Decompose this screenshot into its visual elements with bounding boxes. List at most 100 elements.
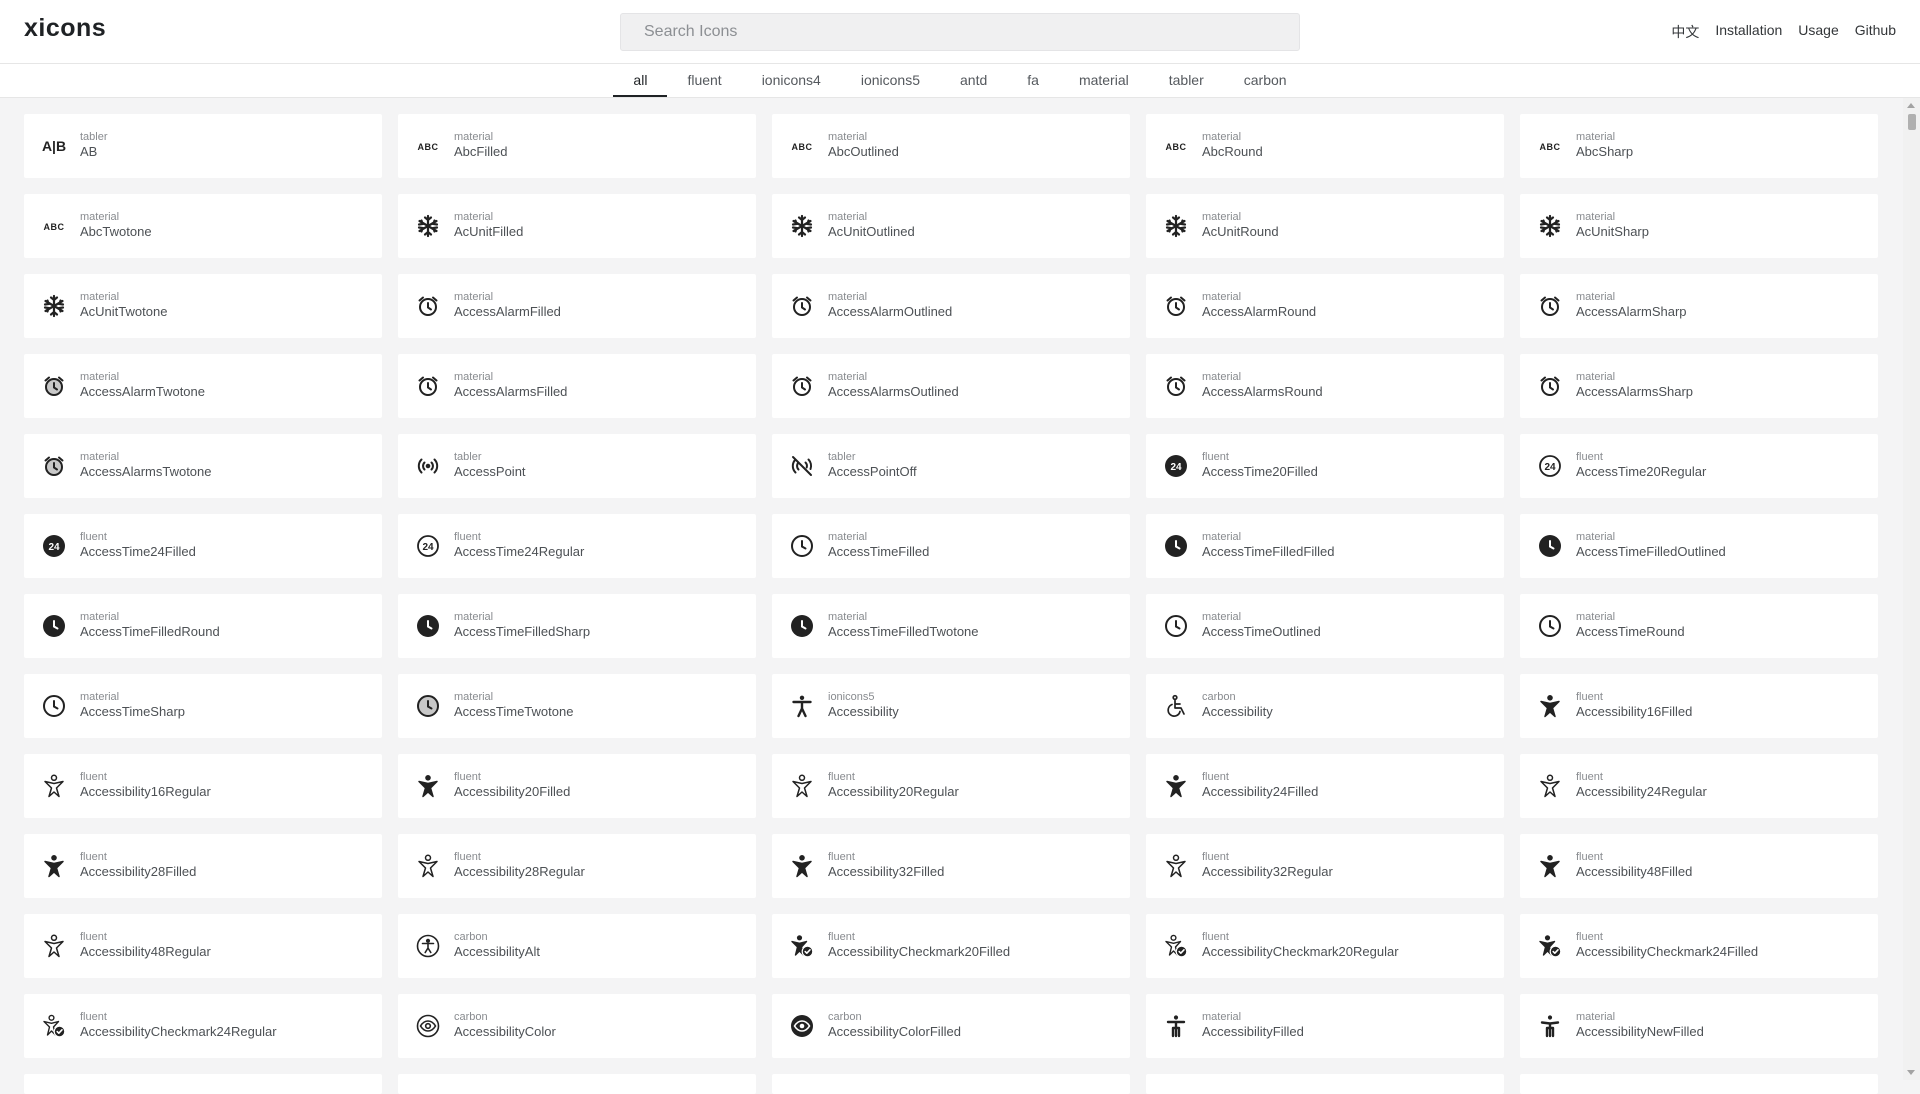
icon-name-label: AcUnitRound: [1202, 224, 1279, 239]
icon-card[interactable]: fluent Accessibility28Regular: [398, 834, 756, 898]
icon-card-text: material AccessTimeFilledSharp: [454, 611, 590, 639]
icon-name-label: AccessibilityCheckmark20Regular: [1202, 944, 1399, 959]
icon-card[interactable]: tabler AccessPointOff: [772, 434, 1130, 498]
icon-card[interactable]: material AccessTimeFilled: [772, 514, 1130, 578]
icon-card[interactable]: fluent Accessibility24Filled: [1146, 754, 1504, 818]
icon-card[interactable]: tabler AccessPoint: [398, 434, 756, 498]
icon-card[interactable]: material AccessTimeFilledTwotone: [772, 594, 1130, 658]
icon-card[interactable]: fluent Accessibility32Filled: [772, 834, 1130, 898]
icon-card-text: material AccessTimeFilledRound: [80, 611, 220, 639]
nav-link-language[interactable]: 中文: [1671, 22, 1699, 42]
icon-name-label: AccessAlarmsTwotone: [80, 464, 212, 479]
icon-card[interactable]: material AcUnitTwotone: [24, 274, 382, 338]
icon-card[interactable]: material AccessTimeSharp: [24, 674, 382, 738]
scroll-up-arrow-icon[interactable]: [1907, 103, 1915, 108]
nav-link-github[interactable]: Github: [1855, 22, 1896, 42]
icon-name-label: AccessibilityColorFilled: [828, 1024, 961, 1039]
icon-card[interactable]: material AccessAlarmsSharp: [1520, 354, 1878, 418]
icon-card[interactable]: material AcUnitFilled: [398, 194, 756, 258]
icon-card[interactable]: material AccessAlarmsRound: [1146, 354, 1504, 418]
icon-card[interactable]: 24 fluent AccessTime20Regular: [1520, 434, 1878, 498]
icon-card[interactable]: fluent Accessibility16Filled: [1520, 674, 1878, 738]
icon-card[interactable]: ABC material AbcTwotone: [24, 194, 382, 258]
tab-material[interactable]: material: [1059, 64, 1149, 97]
icon-card[interactable]: fluent Accessibility48Filled: [1520, 834, 1878, 898]
icon-card-text: material AccessAlarmFilled: [454, 291, 561, 319]
icon-card[interactable]: 24 fluent AccessTime24Regular: [398, 514, 756, 578]
icon-library-label: material: [828, 131, 868, 143]
icon-card[interactable]: ABC material AbcSharp: [1520, 114, 1878, 178]
icon-card-partial[interactable]: [24, 1074, 382, 1094]
icon-card-partial[interactable]: [772, 1074, 1130, 1094]
icon-card[interactable]: ABC material AbcFilled: [398, 114, 756, 178]
icon-card-partial[interactable]: [1146, 1074, 1504, 1094]
icon-card[interactable]: ABC material AbcRound: [1146, 114, 1504, 178]
icon-card[interactable]: material AccessTimeFilledFilled: [1146, 514, 1504, 578]
tab-fa[interactable]: fa: [1007, 64, 1059, 97]
icon-card[interactable]: material AccessAlarmRound: [1146, 274, 1504, 338]
icon-card[interactable]: material AcUnitOutlined: [772, 194, 1130, 258]
tab-all[interactable]: all: [613, 64, 668, 97]
search-input[interactable]: [620, 13, 1300, 51]
tab-ionicons5[interactable]: ionicons5: [841, 64, 940, 97]
icon-card[interactable]: fluent AccessibilityCheckmark24Filled: [1520, 914, 1878, 978]
scrollbar[interactable]: [1903, 98, 1920, 1080]
tab-ionicons4[interactable]: ionicons4: [742, 64, 841, 97]
icon-card[interactable]: fluent AccessibilityCheckmark24Regular: [24, 994, 382, 1058]
site-logo[interactable]: xicons: [24, 14, 106, 43]
icon-card[interactable]: material AccessAlarmsTwotone: [24, 434, 382, 498]
nav-link-usage[interactable]: Usage: [1798, 22, 1838, 42]
nav-link-installation[interactable]: Installation: [1715, 22, 1782, 42]
icon-card[interactable]: 24 fluent AccessTime24Filled: [24, 514, 382, 578]
icon-card[interactable]: fluent Accessibility48Regular: [24, 914, 382, 978]
scrollbar-thumb[interactable]: [1908, 114, 1916, 130]
icon-card-partial[interactable]: [398, 1074, 756, 1094]
icon-card[interactable]: material AccessTimeRound: [1520, 594, 1878, 658]
icon-card[interactable]: carbon AccessibilityAlt: [398, 914, 756, 978]
icon-card[interactable]: material AccessAlarmOutlined: [772, 274, 1130, 338]
icon-card[interactable]: fluent AccessibilityCheckmark20Filled: [772, 914, 1130, 978]
icon-name-label: AccessTimeOutlined: [1202, 624, 1321, 639]
icon-name-label: AccessAlarmsOutlined: [828, 384, 959, 399]
icon-card[interactable]: ABC material AbcOutlined: [772, 114, 1130, 178]
icon-card[interactable]: carbon AccessibilityColorFilled: [772, 994, 1130, 1058]
icon-card[interactable]: material AccessTimeOutlined: [1146, 594, 1504, 658]
icon-card[interactable]: fluent Accessibility16Regular: [24, 754, 382, 818]
icon-card[interactable]: material AccessAlarmsFilled: [398, 354, 756, 418]
icon-card[interactable]: ionicons5 Accessibility: [772, 674, 1130, 738]
icon-card[interactable]: material AccessAlarmSharp: [1520, 274, 1878, 338]
icon-card[interactable]: fluent Accessibility32Regular: [1146, 834, 1504, 898]
icon-card[interactable]: carbon AccessibilityColor: [398, 994, 756, 1058]
scroll-down-arrow-icon[interactable]: [1907, 1070, 1915, 1075]
tab-tabler[interactable]: tabler: [1149, 64, 1224, 97]
tab-antd[interactable]: antd: [940, 64, 1007, 97]
tab-fluent[interactable]: fluent: [667, 64, 741, 97]
icon-library-label: fluent: [828, 931, 855, 943]
icon-card[interactable]: 24 fluent AccessTime20Filled: [1146, 434, 1504, 498]
icon-card[interactable]: fluent Accessibility28Filled: [24, 834, 382, 898]
icon-card[interactable]: material AccessAlarmsOutlined: [772, 354, 1130, 418]
icon-card[interactable]: A|B tabler AB: [24, 114, 382, 178]
icon-card[interactable]: material AccessibilityNewFilled: [1520, 994, 1878, 1058]
icon-card[interactable]: fluent Accessibility24Regular: [1520, 754, 1878, 818]
icon-card[interactable]: material AcUnitSharp: [1520, 194, 1878, 258]
icon-card[interactable]: fluent Accessibility20Filled: [398, 754, 756, 818]
icon-name-label: AccessAlarmsFilled: [454, 384, 568, 399]
icon-card-partial[interactable]: [1520, 1074, 1878, 1094]
icon-card[interactable]: carbon Accessibility: [1146, 674, 1504, 738]
icon-card[interactable]: material AccessTimeFilledSharp: [398, 594, 756, 658]
icon-card-text: carbon AccessibilityColor: [454, 1011, 556, 1039]
icon-card[interactable]: material AcUnitRound: [1146, 194, 1504, 258]
icon-card[interactable]: material AccessTimeFilledRound: [24, 594, 382, 658]
icon-card[interactable]: fluent AccessibilityCheckmark20Regular: [1146, 914, 1504, 978]
tab-carbon[interactable]: carbon: [1224, 64, 1307, 97]
icon-card[interactable]: material AccessTimeTwotone: [398, 674, 756, 738]
icon-card[interactable]: material AccessibilityFilled: [1146, 994, 1504, 1058]
icon-card[interactable]: fluent Accessibility20Regular: [772, 754, 1130, 818]
icon-card[interactable]: material AccessTimeFilledOutlined: [1520, 514, 1878, 578]
icon-card[interactable]: material AccessAlarmTwotone: [24, 354, 382, 418]
icon-card-text: ionicons5 Accessibility: [828, 691, 899, 719]
icon-card-text: fluent AccessibilityCheckmark24Regular: [80, 1011, 277, 1039]
snowflake-icon: [42, 294, 66, 318]
icon-card[interactable]: material AccessAlarmFilled: [398, 274, 756, 338]
